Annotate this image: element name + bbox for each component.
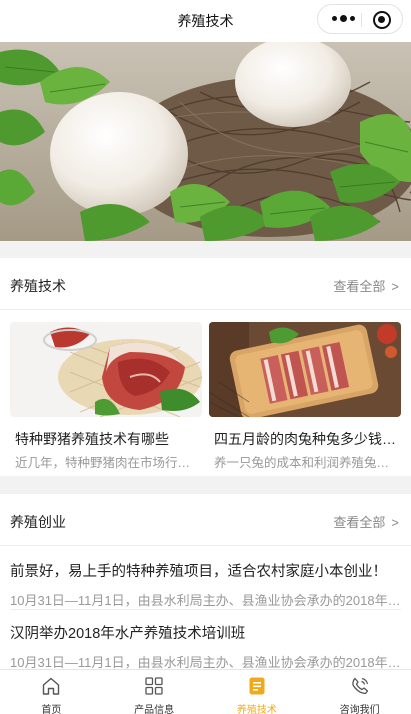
news-title: 汉阴举办2018年水产养殖技术培训班: [10, 626, 246, 642]
tech-section-header: 养殖技术 查看全部 >: [0, 258, 411, 310]
grid-icon: [145, 677, 163, 695]
business-section-header: 养殖创业 查看全部 >: [0, 494, 411, 546]
tab-contact[interactable]: 咨询我们: [308, 670, 411, 714]
card-title: 四五月龄的肉兔种兔多少钱一只: [214, 431, 401, 447]
news-description: 10月31日—11月1日，由县水利局主办、县渔业协会承办的2018年水产养殖技术…: [10, 593, 401, 608]
more-options-icon[interactable]: [332, 15, 358, 23]
mini-program-capsule: [317, 4, 403, 34]
card-title: 特种野猪养殖技术有哪些: [15, 431, 169, 447]
tab-label: 养殖技术: [236, 705, 277, 714]
article-card[interactable]: 四五月龄的肉兔种兔多少钱一只 养一只兔的成本和利润养殖兔子的前景如何: [209, 322, 401, 471]
news-item[interactable]: 汉阴举办2018年水产养殖技术培训班 10月31日—11月1日，由县水利局主办、…: [10, 622, 401, 672]
banner-image[interactable]: [0, 42, 411, 241]
tab-products[interactable]: 产品信息: [103, 670, 206, 714]
article-card[interactable]: 特种野猪养殖技术有哪些 近几年，特种野猪肉在市场行情中十分走俏: [10, 322, 202, 471]
capsule-divider: [361, 13, 362, 27]
bottom-tab-bar: 首页 产品信息 养殖技术 咨询我们: [0, 669, 411, 714]
tab-label: 产品信息: [134, 705, 175, 714]
close-program-icon[interactable]: [373, 11, 391, 29]
ham-meat-image: [10, 322, 202, 417]
eggs-in-nest-illustration: [0, 42, 411, 241]
chevron-right-icon: >: [391, 515, 399, 530]
article-cards: 特种野猪养殖技术有哪些 近几年，特种野猪肉在市场行情中十分走俏: [0, 322, 411, 472]
section-title: 养殖创业: [10, 514, 66, 530]
news-item[interactable]: 前景好，易上手的特种养殖项目，适合农村家庭小本创业！ 10月31日—11月1日，…: [10, 560, 401, 610]
navigation-bar: 养殖技术: [0, 0, 411, 42]
chevron-right-icon: >: [391, 279, 399, 294]
document-icon: [249, 677, 265, 695]
tab-label: 首页: [41, 705, 62, 714]
tab-breeding-tech[interactable]: 养殖技术: [206, 670, 309, 714]
tab-label: 咨询我们: [339, 705, 380, 714]
phone-icon: [351, 677, 368, 695]
card-description: 养一只兔的成本和利润养殖兔子的前景如何: [214, 456, 401, 470]
home-icon: [43, 677, 60, 695]
pork-belly-image: [209, 322, 401, 417]
tech-section: 养殖技术 查看全部 > 特种野猪养殖技术有哪些 近几年，特种野猪肉在市场行情中 …: [0, 258, 411, 476]
view-all-link[interactable]: 查看全部 >: [333, 512, 399, 531]
section-title: 养殖技术: [10, 278, 66, 294]
business-section: 养殖创业 查看全部 > 前景好，易上手的特种养殖项目，适合农村家庭小本创业！ 10…: [0, 494, 411, 672]
card-description: 近几年，特种野猪肉在市场行情中十分走俏: [15, 456, 202, 470]
tab-home[interactable]: 首页: [0, 670, 103, 714]
news-title: 前景好，易上手的特种养殖项目，适合农村家庭小本创业！: [10, 564, 387, 580]
view-all-link[interactable]: 查看全部 >: [333, 276, 399, 295]
